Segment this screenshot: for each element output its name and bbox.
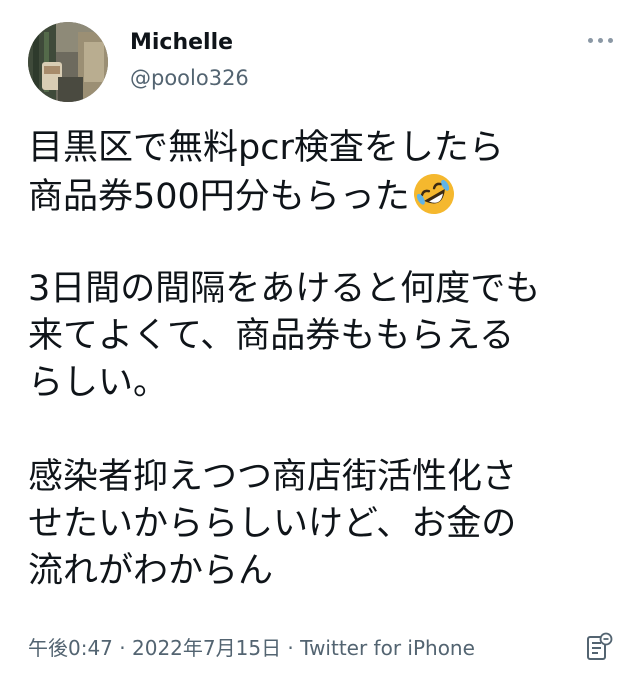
tweet-time[interactable]: 午後0:47 [28,636,113,660]
rolling-on-floor-laughing-emoji [413,174,454,214]
notes-icon-graphic [587,632,613,660]
tweet-date[interactable]: 2022年7月15日 [132,636,281,660]
tweet-text-line: 来てよくて、商品券ももらえる [28,313,618,360]
more-dot [598,38,603,43]
tweet-source[interactable]: Twitter for iPhone [300,636,475,660]
tweet-text-span: 商品券500円分もらった [28,177,410,217]
meta-separator: · [112,636,132,660]
tweet-text-line: 目黒区で無料pcr検査をしたら [28,125,618,172]
tweet-text-line: 3日間の間隔をあけると何度でも [28,266,618,313]
tweet-text-span: せたいかららしいけど、お金の [28,504,517,544]
notes-icon[interactable] [585,632,613,662]
user-handle[interactable]: @poolo326 [130,66,249,90]
tweet-text-line: 流れがわからん [28,548,618,595]
more-dot [588,38,593,43]
more-horizontal-icon[interactable] [588,38,613,43]
tweet-text-line: せたいかららしいけど、お金の [28,501,618,548]
tweet-text: 目黒区で無料pcr検査をしたら 商品券500円分もらった 3日間の間隔をあけると… [28,125,618,595]
tweet-text-span: 3日間の間隔をあけると何度でも [28,269,541,309]
display-name[interactable]: Michelle [130,30,233,55]
avatar-image [28,22,108,102]
tweet-text-line: 商品券500円分もらった [28,172,618,219]
more-dot [608,38,613,43]
tweet-text-span: 流れがわからん [28,551,274,591]
tweet-meta: 午後0:47 · 2022年7月15日 · Twitter for iPhone [28,632,475,661]
avatar[interactable] [28,22,108,102]
tweet-text-line: 感染者抑えつつ商店街活性化さ [28,454,618,501]
tweet-text-span: 目黒区で無料pcr検査をしたら [28,128,504,168]
tweet-text-span: 来てよくて、商品券ももらえる [28,316,515,356]
tweet-text-span: らしい。 [28,363,169,403]
tweet-text-line: らしい。 [28,360,618,407]
meta-separator: · [281,636,301,660]
tweet-text-span: 感染者抑えつつ商店街活性化さ [28,457,517,497]
